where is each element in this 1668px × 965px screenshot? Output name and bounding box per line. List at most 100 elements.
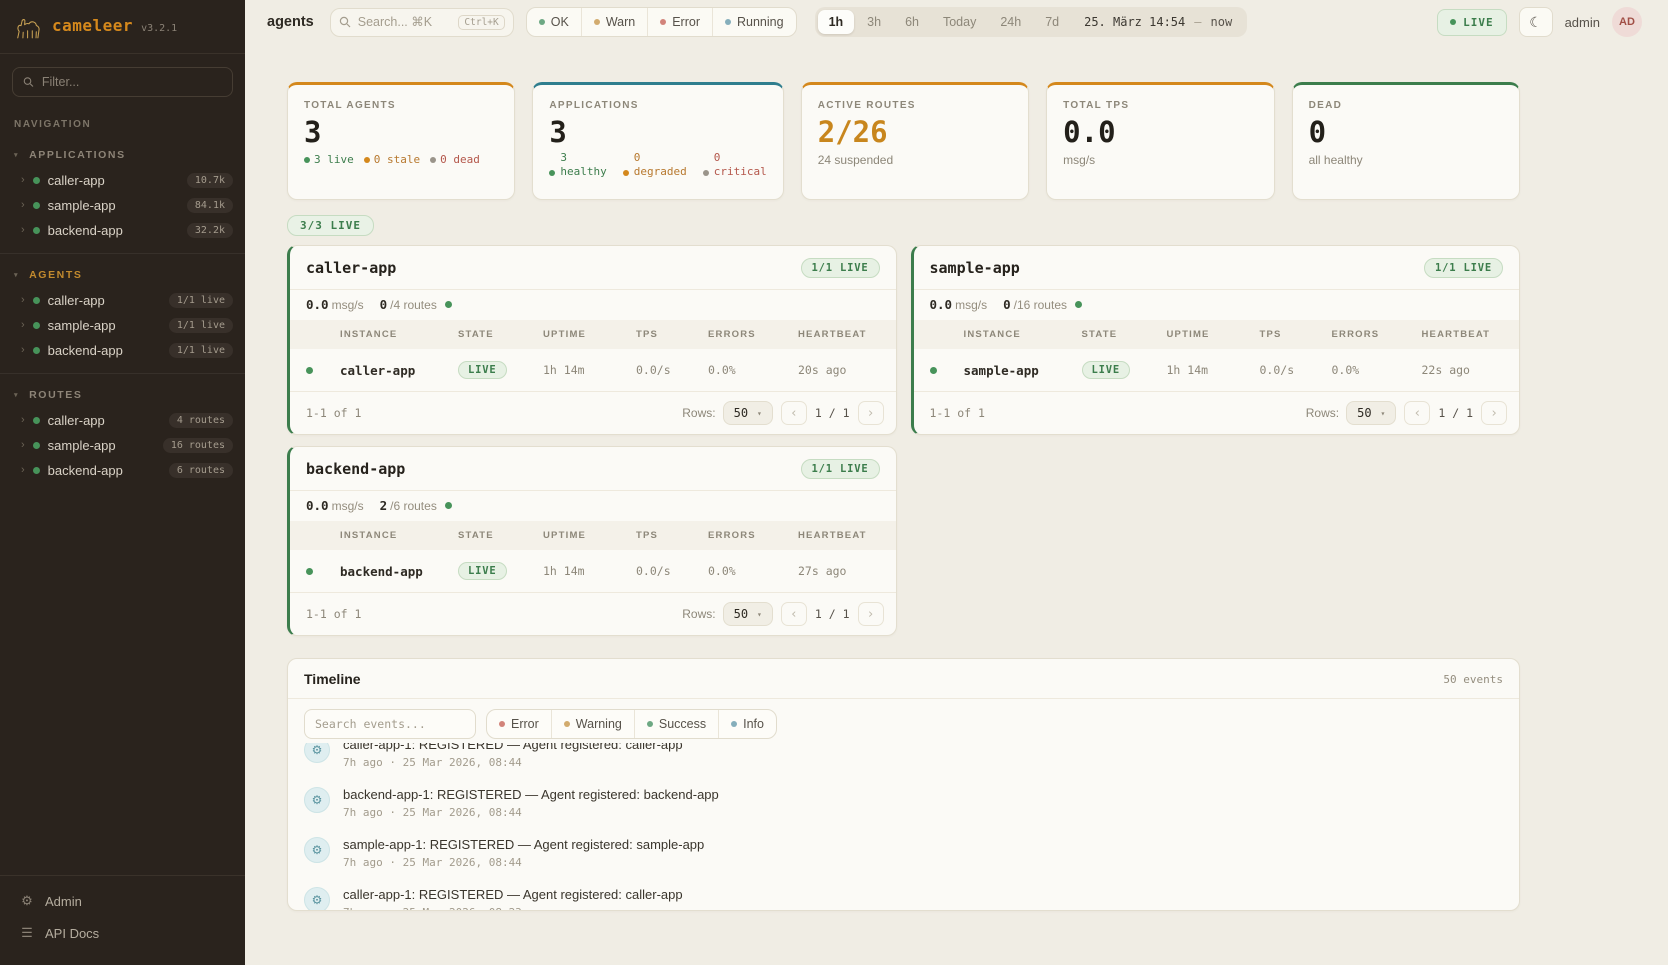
stat-label: ACTIVE ROUTES — [818, 100, 1012, 111]
status-filter-group: OK Warn Error Running — [526, 7, 797, 37]
group-header-routes[interactable]: ▾ ROUTES — [0, 380, 245, 408]
heartbeat-value: 20s ago — [798, 363, 880, 377]
avatar[interactable]: AD — [1612, 7, 1642, 37]
global-search-input[interactable] — [358, 15, 452, 29]
errors-value: 0.0% — [708, 564, 798, 578]
timeline-filter-success[interactable]: Success — [634, 710, 718, 738]
chevron-right-icon: › — [21, 200, 25, 211]
live-dot — [1450, 19, 1456, 25]
stat-value: 3 — [304, 118, 498, 147]
rows-per-page-label: Rows: — [682, 607, 715, 621]
time-range-7d[interactable]: 7d — [1034, 10, 1070, 34]
table-footer: 1-1 of 1 Rows: 50 ▾ ‹ 1 / 1 › — [914, 391, 1520, 434]
critical-dot — [703, 170, 709, 176]
rows-per-page-select[interactable]: 50 ▾ — [723, 401, 773, 425]
status-dot — [33, 442, 40, 449]
col-uptime: UPTIME — [1167, 329, 1260, 340]
sidebar-item-api-docs[interactable]: ☰ API Docs — [0, 917, 245, 949]
time-range-24h[interactable]: 24h — [989, 10, 1032, 34]
gear-icon: ⚙ — [312, 843, 323, 857]
filter-error[interactable]: Error — [647, 8, 712, 36]
prev-page-button[interactable]: ‹ — [1404, 401, 1430, 425]
search-icon — [339, 16, 351, 28]
group-header-applications[interactable]: ▾ APPLICATIONS — [0, 140, 245, 168]
sidebar-filter[interactable] — [12, 67, 233, 97]
timeline-event[interactable]: ⚙ caller-app-1: REGISTERED — Agent regis… — [304, 878, 1503, 910]
group-header-agents[interactable]: ▾ AGENTS — [0, 260, 245, 288]
timeline-event[interactable]: ⚙ sample-app-1: REGISTERED — Agent regis… — [304, 828, 1503, 878]
range-label: 1-1 of 1 — [306, 406, 361, 420]
heartbeat-value: 27s ago — [798, 564, 880, 578]
ok-status-dot — [539, 19, 545, 25]
chevron-left-icon: ‹ — [790, 607, 798, 622]
table-row[interactable]: sample-app LIVE 1h 14m 0.0/s 0.0% 22s ag… — [914, 349, 1520, 391]
filter-ok[interactable]: OK — [527, 8, 581, 36]
tps-value: 0.0/s — [636, 363, 708, 377]
sidebar-item-applications-backend-app[interactable]: › backend-app 32.2k — [0, 218, 245, 243]
event-title: sample-app-1: REGISTERED — Agent registe… — [343, 837, 704, 852]
status-dot — [33, 467, 40, 474]
next-page-button[interactable]: › — [858, 602, 884, 626]
timeline-filter-error[interactable]: Error — [487, 710, 551, 738]
sidebar-item-applications-caller-app[interactable]: › caller-app 10.7k — [0, 168, 245, 193]
stat-subtext: 24 suspended — [818, 153, 1012, 167]
chevron-right-icon: › — [867, 607, 875, 622]
sidebar-footer: ⚙ Admin ☰ API Docs — [0, 875, 245, 965]
search-icon — [23, 76, 34, 88]
timeline-event[interactable]: ⚙ caller-app-1: REGISTERED — Agent regis… — [304, 743, 1503, 778]
filter-warn[interactable]: Warn — [581, 8, 647, 36]
sidebar-item-agents-caller-app[interactable]: › caller-app 1/1 live — [0, 288, 245, 313]
prev-page-button[interactable]: ‹ — [781, 401, 807, 425]
health-dot — [445, 502, 452, 509]
timeline-filter-warning[interactable]: Warning — [551, 710, 634, 738]
sidebar-item-agents-backend-app[interactable]: › backend-app 1/1 live — [0, 338, 245, 363]
rows-per-page-select[interactable]: 50 ▾ — [723, 602, 773, 626]
tps-unit: msg/s — [332, 298, 364, 312]
sidebar-item-routes-backend-app[interactable]: › backend-app 6 routes — [0, 458, 245, 483]
sidebar-item-applications-sample-app[interactable]: › sample-app 84.1k — [0, 193, 245, 218]
sidebar-item-admin[interactable]: ⚙ Admin — [0, 885, 245, 917]
filter-running[interactable]: Running — [712, 8, 796, 36]
table-row[interactable]: caller-app LIVE 1h 14m 0.0/s 0.0% 20s ag… — [290, 349, 896, 391]
next-page-button[interactable]: › — [858, 401, 884, 425]
table-footer: 1-1 of 1 Rows: 50 ▾ ‹ 1 / 1 › — [290, 592, 896, 635]
time-range-today[interactable]: Today — [932, 10, 987, 34]
sidebar-item-label: backend-app — [48, 223, 123, 238]
table-row[interactable]: backend-app LIVE 1h 14m 0.0/s 0.0% 27s a… — [290, 550, 896, 592]
sidebar-filter-input[interactable] — [42, 75, 222, 89]
timeline-event-list[interactable]: ⚙ caller-app-1: REGISTERED — Agent regis… — [288, 743, 1519, 910]
app-panel-backend-app: backend-app 1/1 LIVE 0.0 msg/s 2 /6 rout… — [287, 446, 897, 636]
stats-row: TOTAL AGENTS 3 3 live 0 stale 0 dead — [287, 82, 1520, 200]
stat-value: 0.0 — [1063, 118, 1257, 147]
running-status-dot — [725, 19, 731, 25]
stat-value: 2/26 — [818, 118, 1012, 147]
timeline-search-input[interactable] — [304, 709, 476, 739]
sidebar-item-label: caller-app — [48, 413, 105, 428]
timeline-title: Timeline — [304, 671, 361, 687]
prev-page-button[interactable]: ‹ — [781, 602, 807, 626]
time-range-3h[interactable]: 3h — [856, 10, 892, 34]
timeline-filter-info[interactable]: Info — [718, 710, 776, 738]
rows-per-page-select[interactable]: 50 ▾ — [1346, 401, 1396, 425]
tps-value: 0.0 — [306, 498, 329, 513]
content: TOTAL AGENTS 3 3 live 0 stale 0 dead — [245, 44, 1668, 965]
instance-name: caller-app — [340, 363, 458, 378]
app-panel-stats: 0.0 msg/s 0 /16 routes — [914, 289, 1520, 320]
success-dot — [647, 721, 653, 727]
sidebar-item-label: caller-app — [48, 173, 105, 188]
sidebar-item-routes-caller-app[interactable]: › caller-app 4 routes — [0, 408, 245, 433]
sidebar-item-routes-sample-app[interactable]: › sample-app 16 routes — [0, 433, 245, 458]
global-search[interactable]: Ctrl+K — [330, 8, 514, 37]
time-range-6h[interactable]: 6h — [894, 10, 930, 34]
stat-label: TOTAL TPS — [1063, 100, 1257, 111]
sidebar-item-agents-sample-app[interactable]: › sample-app 1/1 live — [0, 313, 245, 338]
time-range-1h[interactable]: 1h — [818, 10, 855, 34]
event-meta: 7h ago · 25 Mar 2026, 08:44 — [343, 756, 683, 769]
theme-toggle-button[interactable]: ☾ — [1519, 7, 1553, 37]
sidebar-item-badge: 32.2k — [187, 223, 233, 238]
status-dot — [33, 297, 40, 304]
chevron-down-icon: ▾ — [757, 409, 762, 418]
timeline-event[interactable]: ⚙ backend-app-1: REGISTERED — Agent regi… — [304, 778, 1503, 828]
chevron-right-icon: › — [21, 440, 25, 451]
next-page-button[interactable]: › — [1481, 401, 1507, 425]
